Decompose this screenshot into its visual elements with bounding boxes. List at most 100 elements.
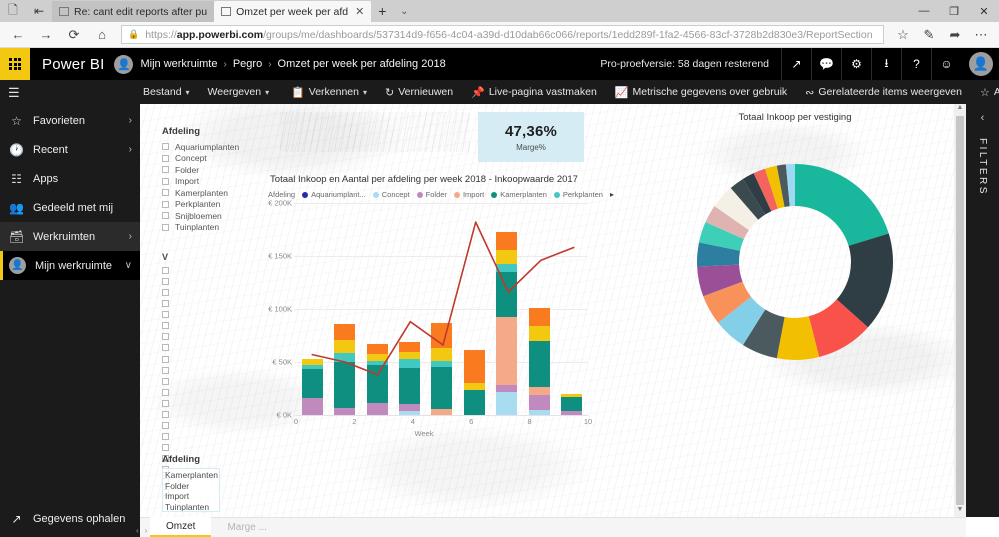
minimize-button[interactable]: — (909, 0, 939, 22)
checkbox-icon[interactable] (162, 444, 169, 452)
forward-icon[interactable]: → (33, 23, 59, 47)
slicer-option[interactable] (162, 443, 268, 454)
page-next-button[interactable]: › (145, 526, 148, 535)
checkbox-icon[interactable] (162, 366, 169, 374)
cmd-gerelateerde-items[interactable]: ∾ Gerelateerde items weergeven (796, 80, 971, 104)
slicer-option[interactable] (162, 309, 268, 320)
list-item[interactable]: Import (165, 491, 219, 502)
scroll-up-icon[interactable]: ▲ (957, 104, 964, 115)
refresh-icon[interactable]: ⟳ (61, 23, 87, 47)
legend-item[interactable]: Perkplanten (553, 190, 603, 199)
breadcrumb-item-dashboard[interactable]: Pegro (233, 58, 262, 70)
canvas-scrollbar[interactable]: ▲ ▼ (954, 104, 966, 517)
checkbox-icon[interactable] (162, 322, 169, 330)
favorites-star-icon[interactable]: ☆ (890, 23, 916, 47)
checkbox-icon[interactable] (162, 333, 169, 341)
cmd-metrische-gegevens[interactable]: 📈 Metrische gegevens over gebruik (606, 80, 796, 104)
chevron-left-icon[interactable]: ‹ (981, 112, 985, 124)
address-bar[interactable]: 🔒 https://app.powerbi.com/groups/me/dash… (121, 25, 884, 44)
checkbox-icon[interactable] (162, 411, 169, 419)
slicer-option[interactable]: Import (162, 176, 268, 187)
help-icon[interactable]: ? (901, 48, 931, 80)
slicer-option[interactable] (162, 287, 268, 298)
slicer-option[interactable]: Kamerplanten (162, 187, 268, 198)
chevron-down-icon[interactable]: ⌄ (393, 0, 415, 22)
get-data-button[interactable]: ↗ Gegevens ophalen (0, 507, 140, 531)
cmd-live-pagina-vastmaken[interactable]: 📌 Live-pagina vastmaken (462, 80, 606, 104)
sidebar-item-apps[interactable]: ☷ Apps (0, 164, 140, 193)
smiley-icon[interactable]: ☺ (931, 48, 961, 80)
checkbox-icon[interactable] (162, 377, 169, 385)
checkbox-icon[interactable] (162, 266, 169, 274)
legend-item[interactable]: Kamerplanten (491, 190, 547, 199)
more-icon[interactable]: ⋯ (968, 23, 994, 47)
slicer-option[interactable] (162, 409, 268, 420)
slicer-option[interactable]: Perkplanten (162, 199, 268, 210)
slicer-option[interactable] (162, 276, 268, 287)
slicer-option[interactable] (162, 354, 268, 365)
reading-pen-icon[interactable]: ✎ (916, 23, 942, 47)
checkbox-icon[interactable] (162, 189, 169, 196)
checkbox-icon[interactable] (162, 223, 169, 231)
sidebar-item-mijn-werkruimte[interactable]: 👤 Mijn werkruimte ∨ (0, 251, 140, 280)
slicer-option[interactable] (162, 332, 268, 343)
checkbox-icon[interactable] (162, 288, 169, 296)
cmd-vernieuwen[interactable]: ↻ Vernieuwen (376, 80, 462, 104)
cmd-aan-favorieten-toevoegen[interactable]: ☆ Aan favorieten toevoegen (971, 80, 999, 104)
slicer-afdeling-top[interactable]: Afdeling Aquariumplanten Concept Folder … (162, 126, 268, 233)
legend-item[interactable]: Concept (372, 190, 410, 199)
scroll-down-icon[interactable]: ▼ (957, 506, 964, 517)
cmd-verkennen[interactable]: 📋 Verkennen ▾ (282, 80, 376, 104)
checkbox-icon[interactable] (162, 355, 169, 363)
share-icon[interactable]: ➦ (942, 23, 968, 47)
checkbox-icon[interactable] (162, 422, 169, 430)
app-launcher-button[interactable] (0, 48, 30, 80)
cmd-weergeven[interactable]: Weergeven ▾ (199, 80, 279, 104)
checkbox-icon[interactable] (162, 212, 169, 219)
page-tab-omzet[interactable]: Omzet (150, 517, 212, 537)
slicer-option[interactable]: Folder (162, 164, 268, 175)
checkbox-icon[interactable] (162, 344, 169, 352)
breadcrumb-item-report[interactable]: Omzet per week per afdeling 2018 (278, 58, 446, 70)
account-avatar[interactable]: 👤 (969, 52, 993, 76)
slicer-option[interactable]: Concept (162, 153, 268, 164)
breadcrumb-item-workspace[interactable]: Mijn werkruimte (140, 58, 217, 70)
slicer-option[interactable] (162, 420, 268, 431)
tab-copy-icon[interactable]: 🗋 (0, 0, 26, 22)
powerbi-logo[interactable]: Power BI (30, 56, 114, 73)
donut-slice[interactable] (795, 164, 889, 246)
checkbox-icon[interactable] (162, 154, 169, 162)
checkbox-icon[interactable] (162, 177, 169, 185)
checkbox-icon[interactable] (162, 311, 169, 319)
expand-icon[interactable]: ↗ (781, 48, 811, 80)
download-icon[interactable]: ⭳ (871, 48, 901, 80)
close-tab-icon[interactable]: ✕ (355, 5, 364, 18)
slicer-option[interactable]: Tuinplanten (162, 222, 268, 233)
checkbox-icon[interactable] (162, 300, 169, 308)
sidebar-item-recent[interactable]: 🕐 Recent › (0, 135, 140, 164)
list-item[interactable]: Folder (165, 481, 219, 492)
slicer-list[interactable]: Kamerplanten Folder Import Tuinplanten (162, 468, 220, 512)
chart-combo-inkoop[interactable]: Totaal Inkoop en Aantal per afdeling per… (258, 174, 614, 449)
feedback-icon[interactable]: 💬 (811, 48, 841, 80)
kpi-card-marge[interactable]: 47,36% Marge% (478, 112, 584, 162)
gear-icon[interactable]: ⚙ (841, 48, 871, 80)
new-tab-button[interactable]: + (371, 0, 393, 22)
hamburger-icon[interactable]: ☰ (0, 80, 140, 106)
slicer-option[interactable] (162, 376, 268, 387)
scrollbar-thumb[interactable] (956, 116, 964, 505)
list-item[interactable]: Kamerplanten (165, 470, 219, 481)
sidebar-item-favorieten[interactable]: ☆ Favorieten › (0, 106, 140, 135)
set-aside-tabs-icon[interactable]: ⇤ (26, 0, 52, 22)
checkbox-icon[interactable] (162, 166, 169, 173)
sidebar-item-werkruimten[interactable]: 🗃 Werkruimten › (0, 222, 140, 251)
legend-item[interactable]: Folder (416, 190, 447, 199)
slicer-afdeling-bottom[interactable]: Afdeling Kamerplanten Folder Import Tuin… (162, 454, 220, 512)
legend-next-icon[interactable]: ▸ (610, 190, 616, 199)
slicer-option[interactable] (162, 387, 268, 398)
sidebar-item-gedeeld-met-mij[interactable]: 👥 Gedeeld met mij (0, 193, 140, 222)
slicer-option[interactable] (162, 298, 268, 309)
checkbox-icon[interactable] (162, 143, 169, 150)
slicer-option[interactable] (162, 343, 268, 354)
checkbox-icon[interactable] (162, 399, 169, 407)
